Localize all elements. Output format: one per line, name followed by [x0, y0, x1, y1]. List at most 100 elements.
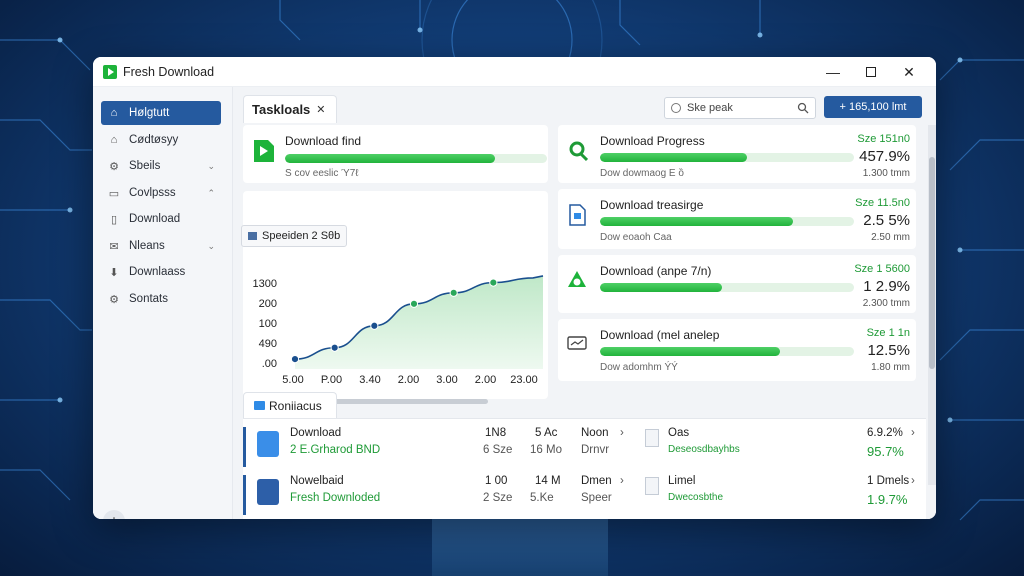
file-sub: 2 E.Grharod BND: [290, 444, 381, 456]
plus-icon: +: [110, 513, 119, 520]
file-speed: 14 M: [535, 475, 561, 487]
file-type-2: Speer: [581, 492, 612, 504]
globe-icon: [671, 103, 681, 113]
app-logo-icon: [103, 64, 117, 79]
download-size: Sze 11.5n0: [855, 197, 910, 209]
download-progress-track: [600, 153, 854, 162]
download-size: Sze 1 5600: [854, 263, 910, 275]
download-sub: Dow dowmaog ⁠⁠E ⁠ȍ: [600, 168, 684, 179]
vertical-scrollbar[interactable]: [928, 125, 936, 485]
tab-library[interactable]: Roniiacus: [243, 392, 337, 418]
x-tick-label: 23.00: [510, 374, 538, 386]
monitor-stand: [432, 518, 608, 576]
chart-area: [295, 275, 543, 369]
download-sub: S cov eeslic ⁠⁠Ύ7ℓ: [285, 168, 359, 179]
download-remaining: 1.80 mm: [871, 362, 910, 373]
sidebar-item-settings[interactable]: ⚙ Sontats: [101, 287, 221, 311]
download-sub: Dow adomhm ⁠⁠ÝÝ: [600, 362, 678, 373]
file-icon: [569, 204, 586, 226]
download-title: Download Progress: [600, 134, 705, 148]
chevron-right-icon[interactable]: ›: [911, 475, 915, 487]
sidebar-item-mail[interactable]: ✉ Nleans ⌄: [101, 234, 221, 258]
download-title: Download find: [285, 134, 362, 148]
library-panel: Download 2 E.Grharod BND 1N8 6 Sze 5 Ac …: [243, 418, 926, 519]
library-tab-label: Roniiacus: [269, 398, 322, 413]
chart-point: [290, 355, 300, 364]
download-percent: 12.5%: [867, 342, 910, 359]
folder-icon: ▭: [108, 187, 120, 200]
sidebar-item-download[interactable]: ▯ Download: [101, 207, 221, 231]
table-row[interactable]: Congdoad 1 E Grobroc BND 1.4B 11.5 14M И…: [243, 518, 926, 519]
download-size: Sze 1 1n: [866, 327, 910, 339]
chevron-right-icon[interactable]: ›: [620, 427, 624, 439]
chart-icon: [248, 232, 257, 240]
download-progress-track: [600, 283, 854, 292]
scrollbar-thumb[interactable]: [929, 157, 935, 369]
download-card[interactable]: Download (anpe 7/n) Sze 1 5600 1 2.9% 2.…: [558, 255, 916, 313]
file-name: Nowelbaid: [290, 475, 344, 487]
file-name: Download: [290, 427, 342, 439]
detail-sub: Dwecosbthe: [668, 492, 724, 503]
download-percent: 2.5 5%: [863, 212, 910, 229]
download-percent: 457.9%: [859, 148, 910, 165]
sidebar-item-sheets[interactable]: ⚙ Sbeils ⌄: [101, 154, 221, 178]
download-card[interactable]: Download Progress Dow dowmaog ⁠⁠E ⁠ȍ Sze…: [558, 125, 916, 183]
x-tick-label: 2.00: [475, 374, 496, 386]
file-speed: 5 Ac: [535, 427, 558, 439]
download-title: Download (mel anelep: [600, 328, 720, 342]
download-progress-fill: [600, 153, 748, 162]
close-icon: ✕: [903, 63, 915, 80]
download-progress-fill: [600, 347, 781, 356]
download-size: Sze 151n0: [857, 133, 910, 145]
minimize-button[interactable]: —: [814, 57, 852, 87]
sidebar-item-home[interactable]: ⌂ Hølgtutt: [101, 101, 221, 125]
sidebar-item-category[interactable]: ⌂ Cødtøsyy: [101, 128, 221, 152]
search-value: Sk⁠e peak: [687, 102, 733, 114]
maximize-icon: [866, 67, 876, 77]
file-size-2: 2 Sze: [483, 492, 513, 504]
chevron-right-icon[interactable]: ›: [620, 475, 624, 487]
file-size-2: 6 Sze: [483, 444, 513, 456]
chevron-down-icon: ⌄: [207, 160, 215, 171]
close-icon[interactable]: ✕: [316, 103, 325, 116]
play-file-icon: [254, 140, 274, 162]
maximize-button[interactable]: [852, 57, 890, 87]
chevron-up-icon: ⌃: [207, 187, 215, 198]
download-progress-fill: [285, 154, 495, 163]
add-button[interactable]: +: [103, 510, 125, 519]
tab-tasks[interactable]: Taskloals ✕: [243, 95, 337, 123]
add-download-button[interactable]: + 165,100 ⁠lmt: [824, 96, 922, 118]
x-tick-label: P.00: [321, 374, 342, 386]
download-progress-track: [285, 154, 547, 163]
table-row[interactable]: Nowelbaid Fresh Downloded 1 00 2 Sze 14 …: [243, 471, 926, 517]
download-icon: ▯: [110, 213, 118, 226]
folder-icon: [254, 401, 265, 410]
chart-point: [330, 343, 339, 352]
file-type: Noon: [581, 427, 609, 439]
sidebar-item-label: Downlaass: [129, 266, 186, 278]
x-tick-label: 5.00: [282, 374, 303, 386]
download-progress-fill: [600, 283, 722, 292]
y-tick-label: 1300: [253, 278, 277, 290]
chart-point: [489, 278, 498, 287]
sidebar-item-folders[interactable]: ▭ Covlpsss ⌃: [101, 181, 221, 205]
download-percent: 1 2.9%: [863, 278, 910, 295]
download-remaining: 2.50 mm: [871, 232, 910, 243]
download-card[interactable]: Download (mel anelep Dow adomhm ⁠⁠ÝÝ Sze…: [558, 319, 916, 381]
download-progress-fill: [600, 217, 794, 226]
download-card[interactable]: Download find S cov eeslic ⁠⁠Ύ7ℓ: [243, 125, 548, 183]
detail-sub: Deseosdbayhbs: [668, 444, 740, 455]
file-icon: [257, 431, 279, 457]
window-controls: — ✕: [814, 57, 928, 87]
search-input[interactable]: Sk⁠e peak: [664, 97, 816, 119]
sidebar-item-downloads[interactable]: ⬇ Downlaass: [101, 260, 221, 284]
detail-name: Limel: [668, 475, 696, 487]
main-area: Taskloals ✕ Sk⁠e peak + 165,100 ⁠lmt Dow…: [233, 87, 936, 519]
close-button[interactable]: ✕: [890, 57, 928, 87]
download-card[interactable]: Download treasirge Dow eoaoh ⁠⁠Caa Sze 1…: [558, 189, 916, 249]
minimize-icon: —: [826, 64, 840, 80]
detail-percent: 1 Dmels: [867, 475, 910, 487]
chevron-right-icon[interactable]: ›: [911, 427, 915, 439]
sidebar-item-label: Cødtøsyy: [129, 134, 179, 146]
table-row[interactable]: Download 2 E.Grharod BND 1N8 6 Sze 5 Ac …: [243, 423, 926, 469]
